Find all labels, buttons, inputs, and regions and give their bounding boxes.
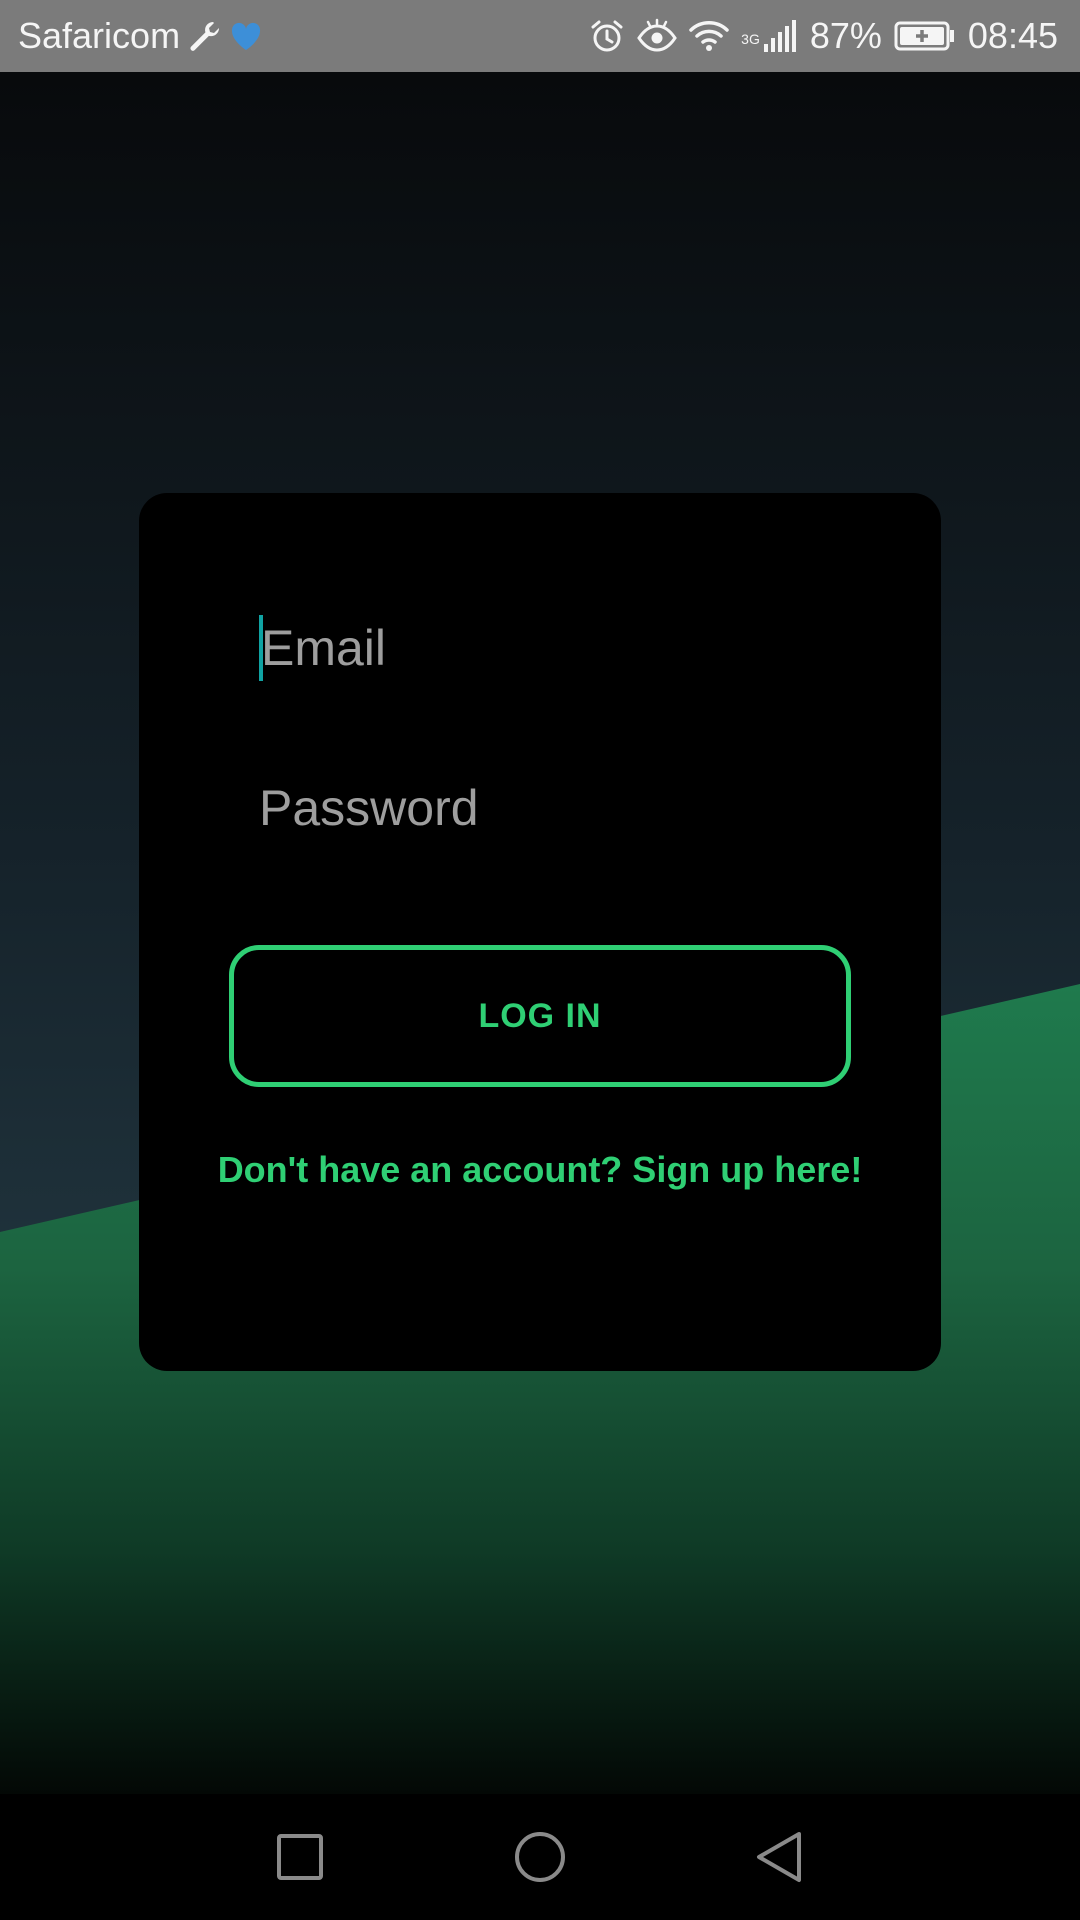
heart-icon [228, 18, 264, 54]
login-screen: Safaricom 3G 87% 08:45 Email Password LO… [0, 0, 1080, 1920]
battery-percent: 87% [809, 15, 882, 56]
status-right: 3G 87% 08:45 [589, 15, 1058, 57]
battery-charging-icon [894, 20, 956, 52]
signal-icon [762, 18, 798, 54]
alarm-icon [589, 18, 625, 54]
login-button[interactable]: LOG IN [229, 945, 851, 1087]
email-placeholder: Email [261, 620, 387, 676]
clock: 08:45 [967, 15, 1058, 56]
password-field[interactable]: Password [259, 768, 819, 848]
login-card: Email Password LOG IN Don't have an acco… [139, 493, 941, 1371]
home-icon[interactable] [505, 1822, 575, 1892]
recents-icon[interactable] [265, 1822, 335, 1892]
back-icon[interactable] [745, 1822, 815, 1892]
signup-link[interactable]: Don't have an account? Sign up here! [139, 1149, 941, 1191]
wrench-icon [186, 18, 222, 54]
eye-icon [637, 18, 677, 54]
network-type-label: 3G [741, 31, 760, 47]
navigation-bar [0, 1794, 1080, 1920]
status-left: Safaricom [18, 15, 264, 57]
carrier-name: Safaricom [18, 15, 181, 56]
email-field[interactable]: Email [259, 608, 819, 688]
wifi-icon [689, 18, 729, 54]
status-bar: Safaricom 3G 87% 08:45 [0, 0, 1080, 72]
password-placeholder: Password [259, 780, 479, 836]
